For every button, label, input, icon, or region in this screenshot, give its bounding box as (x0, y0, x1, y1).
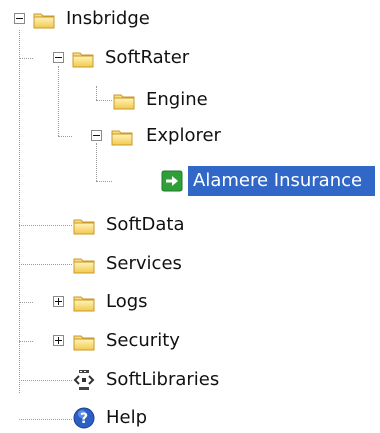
tree-node-security[interactable]: Security (0, 326, 240, 356)
collapse-toggle-softrater[interactable] (53, 52, 64, 63)
collapse-toggle-explorer[interactable] (91, 130, 102, 141)
tree-node-help[interactable]: Help (0, 403, 220, 433)
tree-node-services[interactable]: Services (0, 249, 240, 279)
collapse-toggle-insbridge[interactable] (14, 13, 25, 24)
tree-node-label-selected[interactable]: Alamere Insurance (188, 166, 375, 196)
folder-icon (72, 290, 96, 314)
tree-node-label[interactable]: SoftLibraries (101, 365, 224, 395)
tree-node-alamere-insurance[interactable]: Alamere Insurance (0, 166, 380, 196)
tree-node-insbridge[interactable]: Insbridge (0, 4, 200, 34)
expand-toggle-logs[interactable] (53, 296, 64, 307)
tree-node-softlibraries[interactable]: SoftLibraries (0, 365, 260, 395)
tree-node-label[interactable]: Logs (101, 287, 153, 317)
tree-node-label[interactable]: Engine (141, 85, 213, 115)
tree-node-label[interactable]: Services (101, 249, 187, 279)
folder-icon (72, 329, 96, 353)
folder-icon (72, 213, 96, 237)
expand-toggle-security[interactable] (53, 335, 64, 346)
tree-view: Insbridge SoftRater Engine Explorer Alam… (0, 0, 380, 433)
tree-node-label[interactable]: Explorer (141, 121, 226, 151)
folder-icon (32, 7, 56, 31)
tree-node-label[interactable]: Insbridge (61, 4, 155, 34)
folder-icon (72, 252, 96, 276)
help-icon (72, 406, 96, 430)
tree-node-softrater[interactable]: SoftRater (0, 43, 240, 73)
tree-node-label[interactable]: Help (101, 403, 152, 433)
tree-node-softdata[interactable]: SoftData (0, 210, 240, 240)
folder-icon (110, 124, 134, 148)
tree-node-label[interactable]: Security (101, 326, 185, 356)
folder-icon (112, 88, 136, 112)
tree-node-engine[interactable]: Engine (0, 85, 260, 115)
code-brackets-icon (72, 368, 96, 392)
green-arrow-icon (160, 169, 184, 193)
tree-node-explorer[interactable]: Explorer (0, 121, 260, 151)
tree-node-label[interactable]: SoftRater (100, 43, 194, 73)
tree-node-label[interactable]: SoftData (101, 210, 190, 240)
tree-node-logs[interactable]: Logs (0, 287, 240, 317)
folder-icon (71, 46, 95, 70)
